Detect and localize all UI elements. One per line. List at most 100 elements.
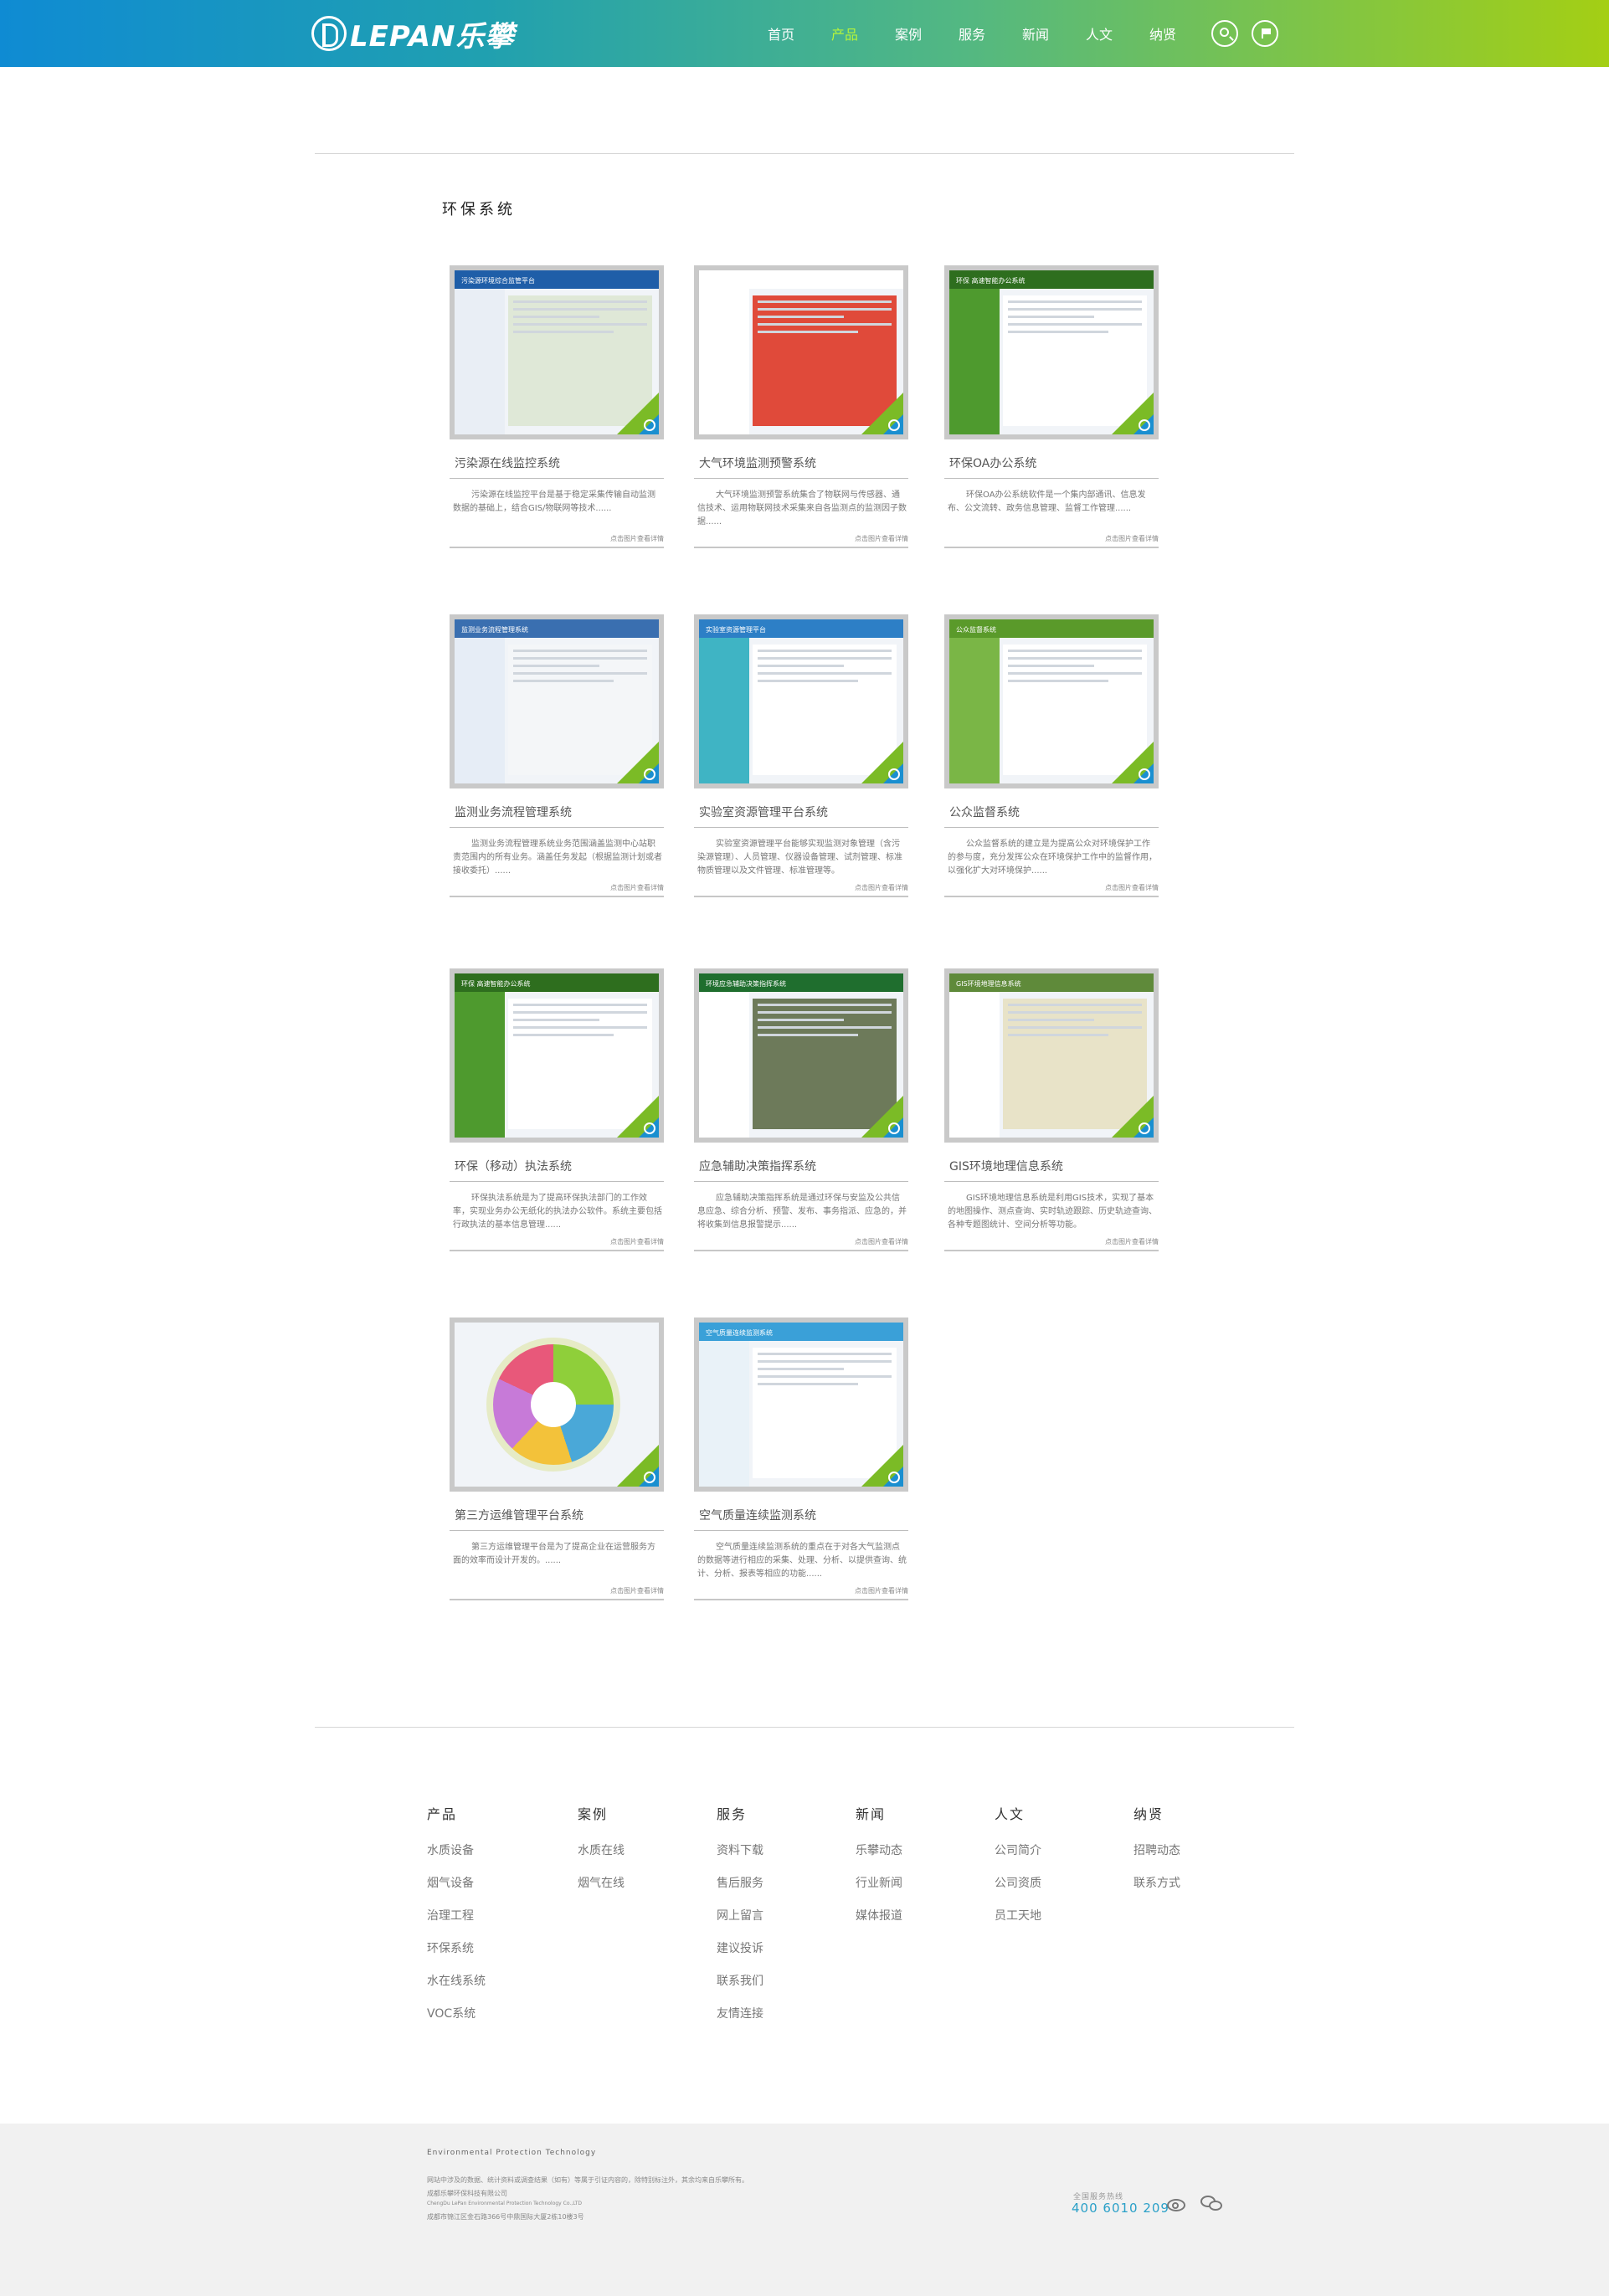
- footer-link[interactable]: 招聘动态: [1133, 1841, 1267, 1857]
- ops-wheel-graphic: [486, 1338, 620, 1472]
- view-details-link[interactable]: 点击图片查看详情: [694, 883, 908, 892]
- tagline: Environmental Protection Technology: [427, 2149, 597, 2157]
- product-card[interactable]: 环保 高速智能办公系统 环保OA办公系统 环保OA办公系统软件是一个集内部通讯、信息…: [944, 265, 1159, 548]
- footer-link[interactable]: 烟气在线: [578, 1874, 712, 1890]
- lepan-badge-icon: [1139, 1122, 1150, 1134]
- product-thumbnail[interactable]: 环保 高速智能办公系统: [944, 265, 1159, 439]
- footer-link[interactable]: 资料下载: [717, 1841, 851, 1857]
- view-details-link[interactable]: 点击图片查看详情: [944, 883, 1159, 892]
- card-bottom-rule: [694, 1599, 908, 1600]
- view-details-link[interactable]: 点击图片查看详情: [944, 1237, 1159, 1246]
- view-details-link[interactable]: 点击图片查看详情: [694, 1586, 908, 1595]
- product-card[interactable]: 监测业务流程管理系统 监测业务流程管理系统 监测业务流程管理系统业务范围涵盖监测中心…: [450, 614, 664, 897]
- nav-culture[interactable]: 人文: [1067, 23, 1131, 44]
- footer-link[interactable]: 行业新闻: [856, 1874, 990, 1890]
- footer-link[interactable]: VOC系统: [427, 2005, 561, 2021]
- product-title[interactable]: 环保（移动）执法系统: [455, 1158, 664, 1176]
- view-details-link[interactable]: 点击图片查看详情: [694, 1237, 908, 1246]
- product-thumbnail[interactable]: GIS环境地理信息系统: [944, 968, 1159, 1143]
- product-thumbnail[interactable]: 环保 高速智能办公系统: [450, 968, 664, 1143]
- product-description: 环保执法系统是为了提高环保执法部门的工作效率，实现业务办公无纸化的执法办公软件。…: [453, 1194, 662, 1230]
- language-button[interactable]: [1252, 20, 1278, 47]
- product-card[interactable]: 环保 高速智能办公系统环保（移动）执法系统环保执法系统是为了提高环保执法部门的工…: [450, 968, 664, 1251]
- product-title[interactable]: 空气质量连续监测系统: [699, 1507, 908, 1525]
- product-title[interactable]: 应急辅助决策指挥系统: [699, 1158, 908, 1176]
- product-title[interactable]: 环保OA办公系统: [949, 455, 1159, 473]
- product-thumbnail[interactable]: 污染源环境综合监管平台: [450, 265, 664, 439]
- product-thumbnail[interactable]: 工业园区大气监测预警平台: [694, 265, 908, 439]
- company-address: 成都市锦江区金石路366号中鼎国际大厦2栋10楼3号: [427, 2213, 584, 2221]
- footer-link[interactable]: 建议投诉: [717, 1939, 851, 1955]
- search-button[interactable]: [1211, 20, 1238, 47]
- product-card[interactable]: 第三方运维管理平台系统 第三方运维管理平台是为了提高企业在运营服务方面的效率而设计…: [450, 1318, 664, 1600]
- thumb-caption: 环境应急辅助决策指挥系统: [706, 980, 786, 988]
- product-thumbnail[interactable]: 实验室资源管理平台: [694, 614, 908, 788]
- footer-link[interactable]: 联系方式: [1133, 1874, 1267, 1890]
- view-details-link[interactable]: 点击图片查看详情: [450, 883, 664, 892]
- weibo-icon[interactable]: [1165, 2194, 1189, 2214]
- product-title[interactable]: 监测业务流程管理系统: [455, 804, 664, 822]
- footer-link[interactable]: 公司资质: [995, 1874, 1128, 1890]
- product-card[interactable]: GIS环境地理信息系统 GIS环境地理信息系统 GIS环境地理信息系统是利用GIS技…: [944, 968, 1159, 1251]
- nav-home[interactable]: 首页: [749, 23, 813, 44]
- footer-link[interactable]: 环保系统: [427, 1939, 561, 1955]
- footer-link[interactable]: 乐攀动态: [856, 1841, 990, 1857]
- footer-link[interactable]: 员工天地: [995, 1907, 1128, 1923]
- title-divider: [450, 1530, 664, 1531]
- view-details-link[interactable]: 点击图片查看详情: [450, 534, 664, 543]
- view-details-link[interactable]: 点击图片查看详情: [694, 534, 908, 543]
- title-divider: [694, 478, 908, 479]
- footer-link[interactable]: 售后服务: [717, 1874, 851, 1890]
- product-title[interactable]: 污染源在线监控系统: [455, 455, 664, 473]
- footer-link[interactable]: 网上留言: [717, 1907, 851, 1923]
- view-details-link[interactable]: 点击图片查看详情: [450, 1586, 664, 1595]
- footer-link[interactable]: 公司简介: [995, 1841, 1128, 1857]
- lepan-badge-icon: [644, 1472, 655, 1483]
- product-title[interactable]: GIS环境地理信息系统: [949, 1158, 1159, 1176]
- footer-link[interactable]: 联系我们: [717, 1972, 851, 1988]
- nav-news[interactable]: 新闻: [1004, 23, 1067, 44]
- product-title[interactable]: 第三方运维管理平台系统: [455, 1507, 664, 1525]
- footer-link[interactable]: 水在线系统: [427, 1972, 561, 1988]
- product-thumbnail[interactable]: 监测业务流程管理系统: [450, 614, 664, 788]
- nav-services[interactable]: 服务: [940, 23, 1004, 44]
- product-thumbnail[interactable]: 环境应急辅助决策指挥系统: [694, 968, 908, 1143]
- footer-link[interactable]: 水质设备: [427, 1841, 561, 1857]
- product-card[interactable]: 空气质量连续监测系统 空气质量连续监测系统 空气质量连续监测系统的重点在于对各大气监…: [694, 1318, 908, 1600]
- copyright-notice: 网站中涉及的数据、统计资料或调查结果（如有）等属于引证内容的，除特别标注外，其余…: [427, 2176, 748, 2184]
- thumb-caption: 环保 高速智能办公系统: [956, 277, 1026, 285]
- product-thumbnail[interactable]: [450, 1318, 664, 1492]
- footer-link[interactable]: 治理工程: [427, 1907, 561, 1923]
- footer-link[interactable]: 媒体报道: [856, 1907, 990, 1923]
- card-bottom-rule: [450, 896, 664, 897]
- card-bottom-rule: [694, 1250, 908, 1251]
- product-title[interactable]: 公众监督系统: [949, 804, 1159, 822]
- product-description: 空气质量连续监测系统的重点在于对各大气监测点的数据等进行相应的采集、处理、分析、…: [697, 1543, 907, 1579]
- product-description: 实验室资源管理平台能够实现监测对象管理（含污染源管理）、人员管理、仪器设备管理、…: [697, 840, 902, 876]
- nav-products[interactable]: 产品: [813, 23, 876, 44]
- lepan-badge-icon: [1139, 419, 1150, 431]
- wechat-icon[interactable]: [1200, 2194, 1224, 2214]
- product-card[interactable]: 实验室资源管理平台实验室资源管理平台系统实验室资源管理平台能够实现监测对象管理（…: [694, 614, 908, 897]
- title-divider: [450, 827, 664, 828]
- footer-link[interactable]: 友情连接: [717, 2005, 851, 2021]
- product-card[interactable]: 工业园区大气监测预警平台 大气环境监测预警系统 大气环境监测预警系统集合了物联网与传…: [694, 265, 908, 548]
- product-thumbnail[interactable]: 公众监督系统: [944, 614, 1159, 788]
- footer-link[interactable]: 水质在线: [578, 1841, 712, 1857]
- title-divider: [944, 827, 1159, 828]
- product-card[interactable]: 环境应急辅助决策指挥系统应急辅助决策指挥系统应急辅助决策指挥系统是通过环保与安监…: [694, 968, 908, 1251]
- view-details-link[interactable]: 点击图片查看详情: [450, 1237, 664, 1246]
- product-card[interactable]: 公众监督系统 公众监督系统 公众监督系统的建立是为提高公众对环境保护工作的参与度，充…: [944, 614, 1159, 897]
- product-description: 应急辅助决策指挥系统是通过环保与安监及公共信息应急、综合分析、预警、发布、事务指…: [697, 1194, 907, 1230]
- nav-cases[interactable]: 案例: [876, 23, 940, 44]
- nav-careers[interactable]: 纳贤: [1131, 23, 1195, 44]
- product-card[interactable]: 污染源环境综合监管平台污染源在线监控系统污染源在线监控平台是基于稳定采集传输自动…: [450, 265, 664, 548]
- product-thumbnail[interactable]: 空气质量连续监测系统: [694, 1318, 908, 1492]
- card-bottom-rule: [450, 1250, 664, 1251]
- footer-link[interactable]: 烟气设备: [427, 1874, 561, 1890]
- view-details-link[interactable]: 点击图片查看详情: [944, 534, 1159, 543]
- product-title[interactable]: 实验室资源管理平台系统: [699, 804, 908, 822]
- product-description: 污染源在线监控平台是基于稳定采集传输自动监测数据的基础上，结合GIS/物联网等技…: [453, 491, 655, 513]
- lepan-logo[interactable]: LEPAN乐攀: [311, 15, 514, 54]
- product-title[interactable]: 大气环境监测预警系统: [699, 455, 908, 473]
